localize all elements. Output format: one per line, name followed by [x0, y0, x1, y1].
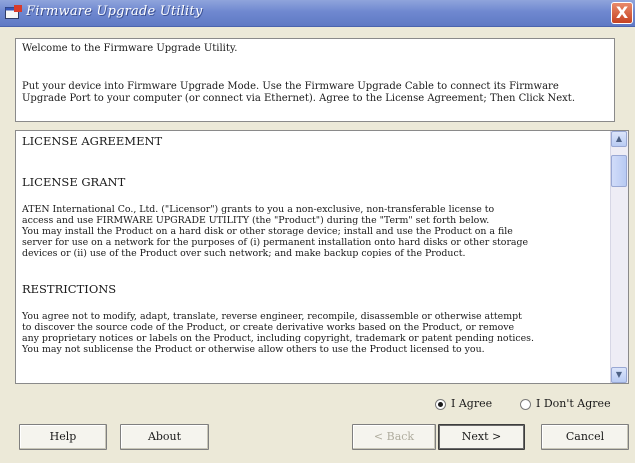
back-button[interactable]: < Back	[352, 424, 436, 450]
license-content: LICENSE AGREEMENT LICENSE GRANT ATEN Int…	[22, 134, 610, 356]
window-title: Firmware Upgrade Utility	[26, 4, 203, 19]
welcome-text: Welcome to the Firmware Upgrade Utility.	[22, 43, 238, 54]
license-scrollbar[interactable]: ▲ ▼	[610, 131, 628, 383]
license-grant-line: access and use FIRMWARE UPGRADE UTILITY …	[22, 215, 490, 226]
title-bar[interactable]: Firmware Upgrade Utility X	[0, 0, 635, 27]
restrictions-paragraph: You agree not to modify, adapt, translat…	[22, 311, 610, 355]
next-button[interactable]: Next >	[438, 424, 525, 450]
app-window-icon	[5, 5, 22, 19]
cancel-button[interactable]: Cancel	[541, 424, 629, 450]
disagree-radio[interactable]	[520, 398, 531, 410]
license-textbox[interactable]: LICENSE AGREEMENT LICENSE GRANT ATEN Int…	[15, 130, 629, 384]
agree-label[interactable]: I Agree	[451, 397, 492, 411]
arrow-down-icon[interactable]: ▼	[611, 367, 627, 383]
license-grant-line: You may install the Product on a hard di…	[22, 226, 513, 237]
help-button[interactable]: Help	[19, 424, 107, 450]
restrictions-line: to discover the source code of the Produ…	[22, 322, 515, 333]
instructions-line-1: Put your device into Firmware Upgrade Mo…	[22, 81, 559, 92]
license-grant-line: ATEN International Co., Ltd. ("Licensor"…	[22, 204, 495, 215]
instructions-line-2: Upgrade Port to your computer (or connec…	[22, 93, 576, 104]
about-button[interactable]: About	[120, 424, 209, 450]
disagree-radio-option[interactable]: I Don't Agree	[520, 396, 611, 412]
agree-radio-option[interactable]: I Agree	[435, 396, 492, 412]
scroll-thumb[interactable]	[611, 155, 627, 187]
license-grant-line: devices or (ii) use of the Product over …	[22, 248, 466, 259]
agree-radio[interactable]	[435, 398, 446, 410]
license-heading: LICENSE AGREEMENT	[22, 134, 163, 148]
intro-panel: Welcome to the Firmware Upgrade Utility.…	[15, 38, 615, 122]
license-grant-heading: LICENSE GRANT	[22, 175, 126, 189]
license-grant-paragraph: ATEN International Co., Ltd. ("Licensor"…	[22, 204, 610, 259]
arrow-up-icon[interactable]: ▲	[611, 131, 627, 147]
restrictions-heading: RESTRICTIONS	[22, 282, 117, 296]
disagree-label[interactable]: I Don't Agree	[536, 397, 611, 411]
close-icon[interactable]: X	[611, 2, 633, 24]
license-grant-line: server for use on a network for the purp…	[22, 237, 529, 248]
restrictions-line: You agree not to modify, adapt, translat…	[22, 311, 522, 322]
firmware-upgrade-window: Firmware Upgrade Utility X Welcome to th…	[0, 0, 635, 463]
restrictions-line: any proprietary notices or labels on the…	[22, 333, 534, 344]
restrictions-line: You may not sublicense the Product or ot…	[22, 344, 485, 355]
